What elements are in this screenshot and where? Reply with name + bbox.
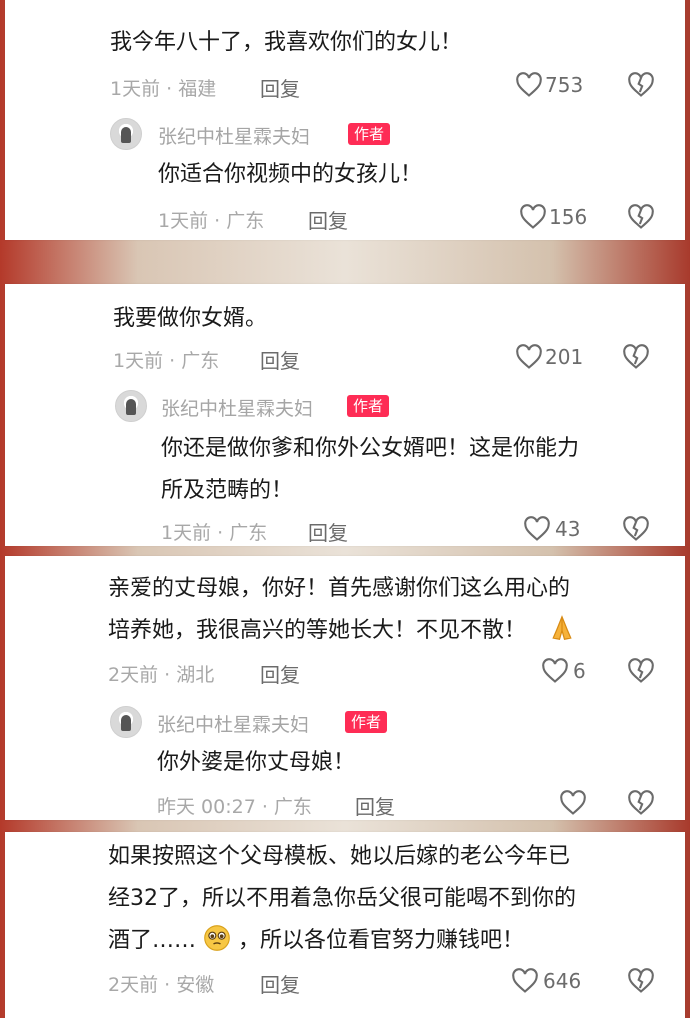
reply-button[interactable]: 回复 xyxy=(260,969,300,998)
heart-icon[interactable] xyxy=(519,204,547,230)
broken-heart-icon[interactable] xyxy=(622,516,650,542)
comment-card-1: 我今年八十了，我喜欢你们的女儿！ 1天前 · 福建 回复 753 张纪中杜星霖夫… xyxy=(5,0,685,240)
reply-text-line2: 所及范畴的！ xyxy=(161,478,294,503)
author-badge: 作者 xyxy=(345,711,388,733)
like-count: 646 xyxy=(543,969,582,993)
comment-meta: 1天前 · 福建 xyxy=(110,78,217,100)
reply-meta: 1天前 · 广东 xyxy=(158,210,265,232)
author-name[interactable]: 张纪中杜星霖夫妇 xyxy=(157,710,309,737)
comment-text-line1: 如果按照这个父母模板、她以后嫁的老公今年已 xyxy=(108,844,571,869)
heart-icon[interactable] xyxy=(515,72,543,98)
reply-meta: 昨天 00:27 · 广东 xyxy=(157,796,312,818)
heart-icon[interactable] xyxy=(515,344,543,370)
comment-text-line1: 亲爱的丈母娘，你好！首先感谢你们这么用心的 xyxy=(108,576,571,601)
heart-icon[interactable] xyxy=(541,658,569,684)
reply-text: 你外婆是你丈母娘！ xyxy=(157,750,356,775)
reply-button[interactable]: 回复 xyxy=(355,791,395,820)
reply-text: 你适合你视频中的女孩儿！ xyxy=(158,162,423,187)
comment-text: 我今年八十了，我喜欢你们的女儿！ xyxy=(110,30,463,55)
like-count: 156 xyxy=(549,205,588,229)
broken-heart-icon[interactable] xyxy=(622,344,650,370)
avatar[interactable] xyxy=(110,706,142,738)
reply-button[interactable]: 回复 xyxy=(308,517,348,546)
comment-meta: 1天前 · 广东 xyxy=(113,350,220,372)
reply-button[interactable]: 回复 xyxy=(260,73,300,102)
broken-heart-icon[interactable] xyxy=(627,968,655,994)
broken-heart-icon[interactable] xyxy=(627,72,655,98)
like-count: 201 xyxy=(545,345,584,369)
heart-icon[interactable] xyxy=(511,968,539,994)
comment-text: 我要做你女婿。 xyxy=(113,306,268,331)
comment-card-2: 我要做你女婿。 1天前 · 广东 回复 201 张纪中杜星霖夫妇 作者 你还是做… xyxy=(5,284,685,546)
comment-text-line3-end: ，所以各位看官努力赚钱吧！ xyxy=(238,928,525,953)
comment-meta: 2天前 · 湖北 xyxy=(108,664,215,686)
comment-text-line3-start: 酒了…… xyxy=(108,928,197,953)
reply-button[interactable]: 回复 xyxy=(308,205,348,234)
author-name[interactable]: 张纪中杜星霖夫妇 xyxy=(161,394,313,421)
comment-text-line3: 酒了…… ，所以各位看官努力赚钱吧！ xyxy=(108,924,524,958)
pleading-face-emoji-icon xyxy=(204,925,230,951)
reply-button[interactable]: 回复 xyxy=(260,659,300,688)
comment-card-4: 如果按照这个父母模板、她以后嫁的老公今年已 经32了，所以不用着急你岳父很可能喝… xyxy=(5,832,685,1018)
comment-text-line2: 经32了，所以不用着急你岳父很可能喝不到你的 xyxy=(108,886,576,911)
like-count: 43 xyxy=(555,517,581,541)
comment-card-3: 亲爱的丈母娘，你好！首先感谢你们这么用心的 培养她，我很高兴的等她长大！不见不散… xyxy=(5,556,685,820)
pray-emoji-icon xyxy=(552,615,572,640)
comment-text-line2: 培养她，我很高兴的等她长大！不见不散！ xyxy=(108,614,577,648)
author-badge: 作者 xyxy=(348,123,391,145)
broken-heart-icon[interactable] xyxy=(627,658,655,684)
heart-icon[interactable] xyxy=(559,790,587,816)
reply-button[interactable]: 回复 xyxy=(260,345,300,374)
author-badge: 作者 xyxy=(347,395,390,417)
avatar[interactable] xyxy=(115,390,147,422)
reply-meta: 1天前 · 广东 xyxy=(161,522,268,544)
avatar[interactable] xyxy=(110,118,142,150)
broken-heart-icon[interactable] xyxy=(627,790,655,816)
reply-text-line1: 你还是做你爹和你外公女婿吧！这是你能力 xyxy=(161,436,580,461)
like-count: 753 xyxy=(545,73,584,97)
comment-meta: 2天前 · 安徽 xyxy=(108,974,215,996)
heart-icon[interactable] xyxy=(523,516,551,542)
broken-heart-icon[interactable] xyxy=(627,204,655,230)
comment-text-line2-content: 培养她，我很高兴的等她长大！不见不散！ xyxy=(108,618,527,643)
author-name[interactable]: 张纪中杜星霖夫妇 xyxy=(158,122,310,149)
like-count: 6 xyxy=(573,659,586,683)
